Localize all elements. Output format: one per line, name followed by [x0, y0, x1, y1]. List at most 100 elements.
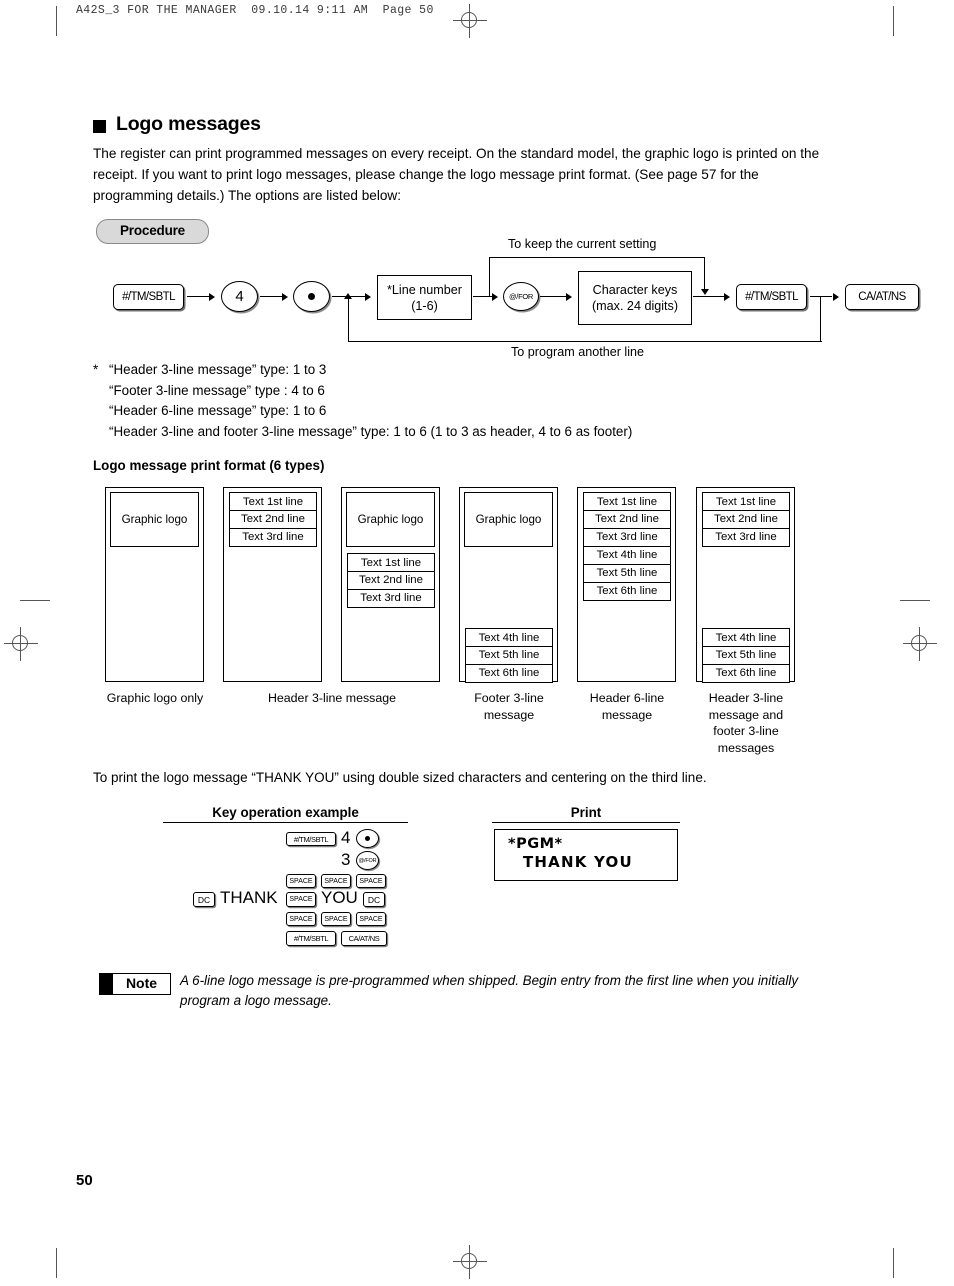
format-box-4	[459, 487, 558, 682]
column-heading-print: Print	[570, 805, 602, 820]
format-6-line-6: Text 6th line	[702, 663, 790, 683]
crop-mark-right-upper	[900, 600, 930, 601]
format-box-1	[105, 487, 204, 682]
column-heading-key-operation: Key operation example	[212, 805, 359, 820]
example-key-space-2-label: SPACE	[324, 877, 348, 885]
example-key-sbtl-2: #/TM/SBTL	[286, 931, 336, 946]
example-key-space-1: SPACE	[286, 874, 316, 888]
example-key-sbtl-1: #/TM/SBTL	[286, 832, 336, 846]
flow-arrow-5	[492, 293, 498, 301]
example-key-at-for-label: @/FOR	[358, 857, 377, 864]
footnote-text-1: “Header 3-line message” type: 1 to 3	[109, 362, 327, 377]
decimal-point-icon	[308, 293, 315, 300]
footnote-text-4: “Header 3-line and footer 3-line message…	[109, 423, 633, 439]
example-key-space-3-label: SPACE	[359, 877, 383, 885]
format-caption-5: Header 3-line message and footer 3-line …	[708, 691, 784, 755]
format-3-graphic-logo: Graphic logo	[346, 492, 435, 547]
crop-mark-top-left	[56, 6, 57, 36]
key-operation-sequence: #/TM/SBTL 4 3 @/FOR SPACE SPACE SPACE DC…	[190, 828, 387, 950]
flow-loop-arrow-up	[344, 293, 352, 299]
format-6-line-1: Text 1st line	[702, 492, 790, 511]
print-job-header: A42S_3 FOR THE MANAGER 09.10.14 9:11 AM …	[76, 4, 434, 17]
format-4-line-5: Text 5th line	[465, 645, 553, 665]
flow-bypass-arrow-down	[701, 289, 709, 295]
format-caption-1: Graphic logo only	[106, 691, 204, 705]
example-key-ca-at-ns: CA/AT/NS	[341, 931, 387, 946]
flow-bypass-horizontal	[489, 257, 705, 259]
column-rule-right	[492, 822, 680, 824]
format-2-line-2: Text 2nd line	[229, 509, 317, 529]
format-4-footer-lines: Text 4th line Text 5th line Text 6th lin…	[465, 628, 553, 683]
format-1-graphic-logo-label: Graphic logo	[121, 513, 188, 526]
format-5-header-lines: Text 1st line Text 2nd line Text 3rd lin…	[583, 492, 671, 601]
footnote-row: “Header 3-line and footer 3-line message…	[93, 422, 823, 443]
flow-label-program-another: To program another line	[511, 345, 645, 359]
example-key-space-2: SPACE	[321, 874, 351, 888]
flow-key-sbtl-2-label: #/TM/SBTL	[745, 291, 798, 303]
format-4-line-4: Text 4th line	[465, 628, 553, 647]
format-5-line-4: Text 4th line	[583, 545, 671, 565]
flow-loop-vertical-right	[820, 296, 822, 342]
example-key-space-4-label: SPACE	[289, 896, 313, 903]
format-2-line-1: Text 1st line	[229, 492, 317, 511]
procedure-flow-diagram: #/TM/SBTL 4 *Line number (1-6) @/FOR Cha…	[93, 237, 832, 359]
flow-arrow-6	[566, 293, 572, 301]
format-4-graphic-logo-label: Graphic logo	[475, 513, 542, 526]
flow-loop-horizontal	[348, 341, 822, 343]
flow-connector-6	[540, 296, 567, 298]
flow-bypass-vertical-right	[704, 257, 706, 291]
note-block: Note	[99, 973, 171, 995]
flow-key-sbtl-1-label: #/TM/SBTL	[122, 291, 175, 303]
format-5-line-5: Text 5th line	[583, 563, 671, 583]
registration-mark-bottom	[453, 1245, 487, 1279]
format-6-footer-lines: Text 4th line Text 5th line Text 6th lin…	[702, 628, 790, 683]
example-key-space-7: SPACE	[356, 912, 386, 926]
flow-box-line-number: *Line number (1-6)	[377, 275, 472, 320]
example-key-at-for: @/FOR	[356, 851, 379, 870]
flow-box-line-number-label-1: *Line number	[387, 282, 462, 297]
format-3-line-2: Text 2nd line	[347, 570, 435, 590]
procedure-badge: Procedure	[96, 219, 209, 244]
note-badge-marker-icon	[100, 974, 113, 994]
footnote-indent	[93, 381, 109, 402]
footnote-indent	[93, 401, 109, 422]
example-key-sbtl-2-label: #/TM/SBTL	[293, 934, 329, 943]
flow-key-sbtl-1: #/TM/SBTL	[113, 284, 184, 310]
example-key-sbtl-1-label: #/TM/SBTL	[293, 834, 329, 844]
format-6-line-4: Text 4th line	[702, 628, 790, 647]
format-3-header-lines: Text 1st line Text 2nd line Text 3rd lin…	[347, 553, 435, 608]
format-2-line-3: Text 3rd line	[229, 527, 317, 547]
flow-arrow-final	[833, 293, 839, 301]
note-badge-label: Note	[125, 975, 158, 991]
registration-mark-left	[4, 627, 38, 661]
flow-key-sbtl-2: #/TM/SBTL	[736, 284, 807, 310]
flow-arrow-7	[724, 293, 730, 301]
flow-key-ca-at-ns-label: CA/AT/NS	[858, 291, 906, 303]
crop-mark-top-right	[893, 6, 894, 36]
flow-arrow-2	[282, 293, 288, 301]
example-digit-4: 4	[341, 828, 351, 847]
crop-mark-bottom-left	[56, 1248, 57, 1278]
flow-connector-2	[260, 296, 283, 298]
footnote-text-2: “Footer 3-line message” type : 4 to 6	[109, 382, 325, 398]
format-4-line-6: Text 6th line	[465, 663, 553, 683]
column-rule-left	[163, 822, 408, 824]
example-text-you: YOU	[321, 888, 358, 907]
format-4-graphic-logo: Graphic logo	[464, 492, 553, 547]
example-key-space-4: SPACE	[286, 892, 316, 907]
flow-key-at-for-label: @/FOR	[508, 292, 534, 301]
format-5-line-1: Text 1st line	[583, 492, 671, 511]
format-section-title: Logo message print format (6 types)	[93, 458, 325, 473]
decimal-point-icon	[365, 836, 370, 841]
example-key-space-1-label: SPACE	[289, 877, 313, 885]
example-key-space-5: SPACE	[286, 912, 316, 926]
footnote-list: * “Header 3-line message” type: 1 to 3 “…	[93, 360, 823, 442]
example-key-space-5-label: SPACE	[289, 915, 313, 923]
example-key-space-6: SPACE	[321, 912, 351, 926]
format-6-line-2: Text 2nd line	[702, 509, 790, 529]
section-intro-text: The register can print programmed messag…	[93, 146, 820, 203]
note-text: A 6-line logo message is pre-programmed …	[180, 973, 799, 1008]
flow-arrow-4	[365, 293, 371, 301]
flow-arrow-1	[209, 293, 215, 301]
registration-mark-top	[453, 4, 487, 38]
